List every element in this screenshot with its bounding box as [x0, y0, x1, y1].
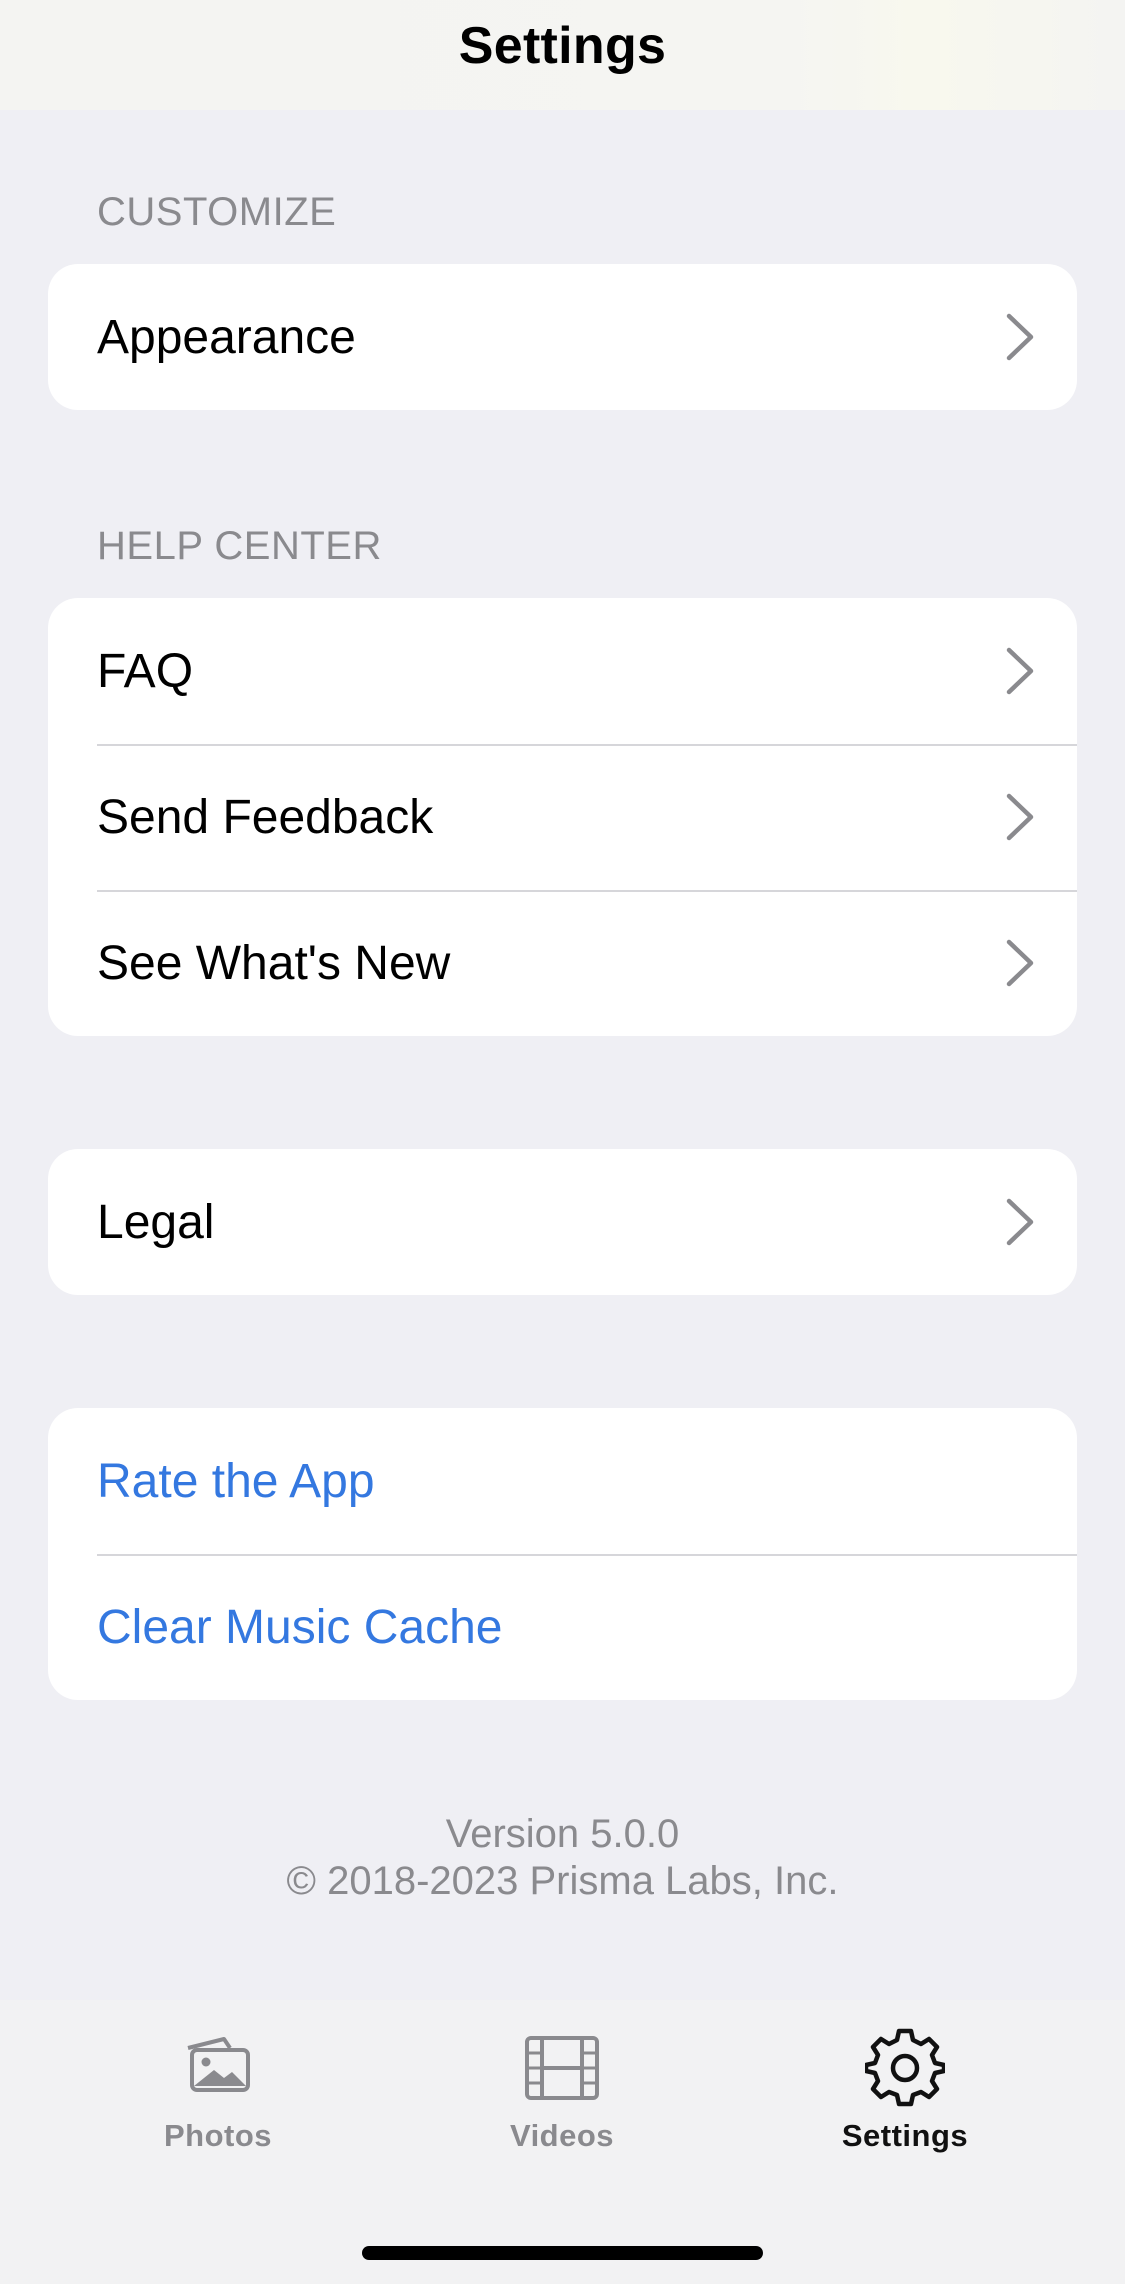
- faq-row[interactable]: FAQ: [48, 598, 1077, 744]
- copyright-text: © 2018-2023 Prisma Labs, Inc.: [286, 1859, 839, 1903]
- whats-new-label: See What's New: [97, 936, 451, 990]
- section-header-customize: CUSTOMIZE: [97, 190, 337, 234]
- rate-app-button[interactable]: Rate the App: [48, 1408, 1077, 1554]
- tab-photos[interactable]: Photos: [98, 2028, 338, 2154]
- page-title: Settings: [458, 17, 667, 75]
- tab-settings[interactable]: Settings: [785, 2028, 1025, 2154]
- home-indicator[interactable]: [362, 2246, 763, 2260]
- help-center-group: FAQ Send Feedback See What's New: [48, 598, 1077, 1036]
- film-icon: [525, 2036, 599, 2100]
- legal-row[interactable]: Legal: [48, 1149, 1077, 1295]
- app-info-footer: Version 5.0.0 © 2018-2023 Prisma Labs, I…: [0, 1811, 1125, 1905]
- appearance-row[interactable]: Appearance: [48, 264, 1077, 410]
- chevron-right-icon: [1006, 647, 1034, 695]
- chevron-right-icon: [1006, 793, 1034, 841]
- legal-label: Legal: [97, 1195, 215, 1249]
- chevron-right-icon: [1006, 939, 1034, 987]
- tab-videos[interactable]: Videos: [442, 2028, 682, 2154]
- settings-screen: Settings CUSTOMIZE Appearance HELP CENTE…: [0, 0, 1125, 2284]
- faq-label: FAQ: [97, 644, 194, 698]
- navigation-bar: Settings: [0, 0, 1125, 110]
- clear-music-cache-button[interactable]: Clear Music Cache: [48, 1554, 1077, 1700]
- version-text: Version 5.0.0: [445, 1812, 680, 1856]
- chevron-right-icon: [1006, 313, 1034, 361]
- tab-videos-label: Videos: [509, 2118, 615, 2153]
- send-feedback-label: Send Feedback: [97, 790, 434, 844]
- appearance-label: Appearance: [97, 310, 356, 364]
- tab-settings-label: Settings: [841, 2118, 969, 2153]
- legal-group: Legal: [48, 1149, 1077, 1295]
- send-feedback-row[interactable]: Send Feedback: [48, 744, 1077, 890]
- whats-new-row[interactable]: See What's New: [48, 890, 1077, 1036]
- chevron-right-icon: [1006, 1198, 1034, 1246]
- tab-photos-label: Photos: [163, 2118, 273, 2153]
- tab-bar: Photos Videos Settings: [0, 2000, 1125, 2284]
- photos-icon: [187, 2037, 250, 2092]
- customize-group: Appearance: [48, 264, 1077, 410]
- actions-group: Rate the App Clear Music Cache: [48, 1408, 1077, 1700]
- gear-icon: [865, 2028, 945, 2107]
- section-header-help-center: HELP CENTER: [97, 524, 382, 568]
